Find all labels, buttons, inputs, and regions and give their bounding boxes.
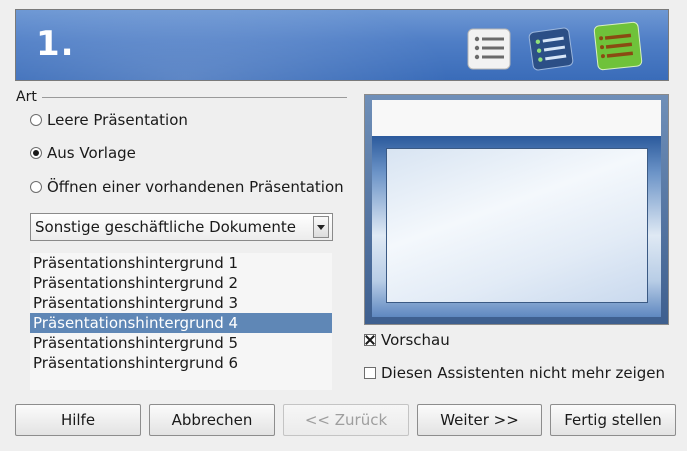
step-title: 1. (36, 24, 75, 64)
radio-button[interactable] (30, 147, 42, 159)
list-gray-icon (467, 28, 511, 70)
preview-checkbox-label: Vorschau (381, 331, 450, 349)
type-group-label: Art (16, 89, 37, 105)
cancel-button[interactable]: Abbrechen (149, 404, 275, 436)
radio-label: Öffnen einer vorhandenen Präsentation (47, 178, 344, 196)
template-category-dropdown[interactable]: Sonstige geschäftliche Dokumente (30, 213, 333, 241)
radio-label: Leere Präsentation (47, 111, 188, 129)
list-green-icon (593, 21, 643, 71)
back-button[interactable]: << Zurück (283, 404, 409, 436)
preview-pane (364, 94, 669, 325)
list-item-selected[interactable]: Präsentationshintergrund 4 (30, 313, 332, 333)
preview-slide-image (372, 136, 661, 317)
chevron-down-icon[interactable] (313, 216, 329, 238)
radio-button[interactable] (30, 181, 42, 193)
list-item[interactable]: Präsentationshintergrund 1 (30, 253, 332, 273)
radio-button[interactable] (30, 114, 42, 126)
help-button[interactable]: Hilfe (15, 404, 141, 436)
header-banner: 1. (15, 9, 669, 81)
list-item[interactable]: Präsentationshintergrund 6 (30, 353, 332, 373)
preview-checkbox[interactable] (364, 334, 376, 346)
list-blue-icon (528, 27, 574, 71)
dont-show-checkbox-label: Diesen Assistenten nicht mehr zeigen (381, 364, 666, 382)
template-list[interactable]: Präsentationshintergrund 1 Präsentations… (30, 253, 332, 390)
list-item[interactable]: Präsentationshintergrund 5 (30, 333, 332, 353)
radio-label: Aus Vorlage (47, 144, 136, 162)
dont-show-checkbox-row[interactable]: Diesen Assistenten nicht mehr zeigen (364, 363, 665, 383)
preview-checkbox-row[interactable]: Vorschau (364, 330, 450, 350)
preview-title-area (372, 100, 661, 136)
type-group-divider (42, 97, 347, 98)
finish-button[interactable]: Fertig stellen (550, 404, 676, 436)
next-button[interactable]: Weiter >> (417, 404, 542, 436)
preview-slide-content-area (386, 148, 648, 303)
radio-empty-presentation[interactable]: Leere Präsentation (30, 110, 188, 130)
list-item[interactable]: Präsentationshintergrund 3 (30, 293, 332, 313)
list-item[interactable]: Präsentationshintergrund 2 (30, 273, 332, 293)
dropdown-value: Sonstige geschäftliche Dokumente (35, 218, 296, 236)
radio-from-template[interactable]: Aus Vorlage (30, 143, 136, 163)
radio-open-existing[interactable]: Öffnen einer vorhandenen Präsentation (30, 177, 344, 197)
dont-show-checkbox[interactable] (364, 367, 376, 379)
